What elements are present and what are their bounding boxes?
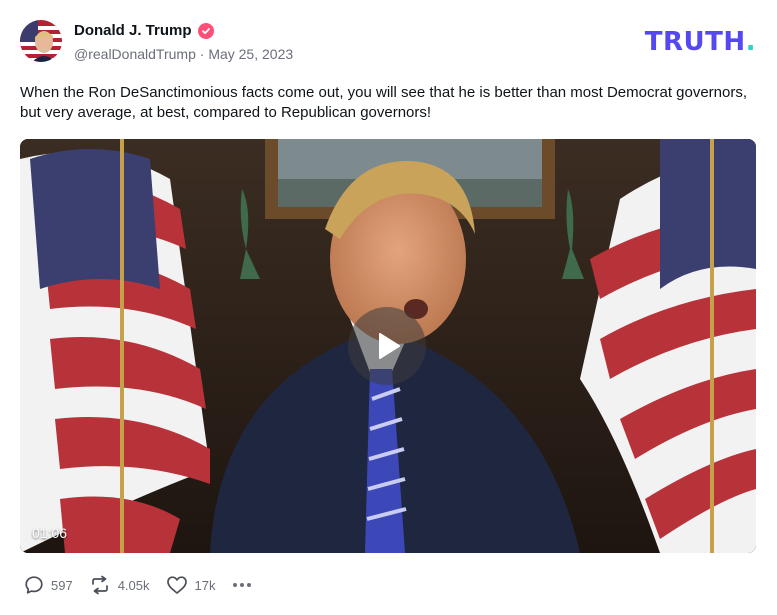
repost-icon bbox=[91, 575, 108, 595]
retruth-count: 4.05k bbox=[117, 577, 150, 593]
post-text: When the Ron DeSanctimonious facts come … bbox=[20, 84, 748, 121]
heart-icon bbox=[166, 576, 187, 594]
post-actions: 597 4.05k 17k bbox=[24, 572, 252, 598]
like-button[interactable]: 17k bbox=[166, 575, 216, 595]
video-player[interactable]: 01:06 bbox=[20, 139, 756, 553]
post-date[interactable]: May 25, 2023 bbox=[208, 46, 293, 62]
author-meta: @realDonaldTrump · May 25, 2023 bbox=[74, 46, 293, 62]
author-name-row: Donald J. Trump bbox=[74, 22, 214, 39]
reply-button[interactable]: 597 bbox=[24, 575, 73, 595]
play-icon bbox=[379, 333, 400, 359]
post-card: Donald J. Trump @realDonaldTrump · May 2… bbox=[0, 0, 777, 615]
like-count: 17k bbox=[194, 577, 216, 593]
more-dot bbox=[247, 583, 252, 587]
author-display-name[interactable]: Donald J. Trump bbox=[74, 22, 192, 39]
reply-count: 597 bbox=[51, 577, 73, 593]
more-dots-icon[interactable] bbox=[233, 583, 252, 587]
logo-text: TRUTH bbox=[644, 27, 746, 57]
verified-badge-icon bbox=[197, 22, 214, 39]
avatar[interactable] bbox=[20, 20, 62, 62]
play-button[interactable] bbox=[348, 307, 426, 385]
truth-social-logo[interactable]: TRUTH. bbox=[645, 27, 756, 57]
comment-icon bbox=[25, 576, 43, 594]
logo-dot: . bbox=[745, 27, 756, 57]
video-duration: 01:06 bbox=[32, 525, 68, 541]
more-dot bbox=[233, 583, 238, 587]
more-dot bbox=[240, 583, 245, 587]
retruth-button[interactable]: 4.05k bbox=[89, 575, 150, 595]
author-handle[interactable]: @realDonaldTrump bbox=[74, 46, 196, 62]
